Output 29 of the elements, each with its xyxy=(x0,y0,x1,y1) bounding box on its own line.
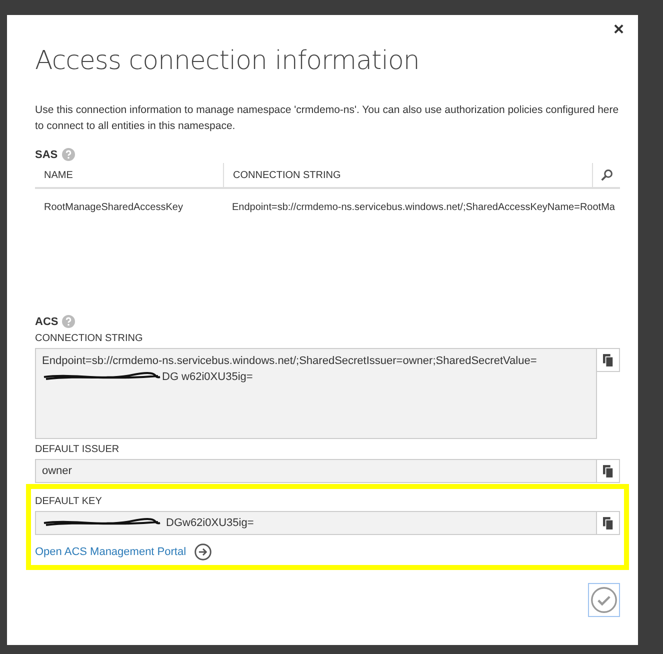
column-header: NAME xyxy=(43,168,74,182)
ok-button[interactable] xyxy=(588,583,620,617)
field-value: DGw62i0XU35ig= xyxy=(166,516,254,531)
field-label: CONNECTION STRING xyxy=(35,333,144,344)
section-label: ACS xyxy=(35,316,58,328)
description: Use this connection information to manage namespace 'crmdemo-ns'. You can also use authorization policies configured here to connect to all entities in this namespace. xyxy=(35,103,620,134)
copy-button[interactable] xyxy=(596,348,620,372)
field-value: DG w62i0XU35ig= xyxy=(162,371,253,383)
copy-button[interactable] xyxy=(596,459,620,483)
copy-button[interactable] xyxy=(596,511,620,535)
copy-icon xyxy=(602,516,614,530)
column-header: CONNECTION STRING xyxy=(223,163,592,187)
field-label: DEFAULT ISSUER xyxy=(35,444,120,455)
field-value: owner xyxy=(42,464,72,479)
field-label: DEFAULT KEY xyxy=(35,496,103,507)
copy-icon xyxy=(602,464,614,478)
section-label: SAS xyxy=(35,148,58,160)
portal-link[interactable]: Open ACS Management Portal xyxy=(35,546,186,558)
text-field[interactable]: DGw62i0XU35ig= xyxy=(35,511,597,535)
search-icon xyxy=(600,169,612,181)
table-cell-text: Endpoint=sb://crmdemo-ns.servicebus.windows.net/;SharedAccessKeyName=RootMa xyxy=(231,202,616,212)
field-value: Endpoint=sb://crmdemo-ns.servicebus.windows.net/;SharedSecretIssuer=owner;SharedSecretValue= xyxy=(42,355,537,367)
text-field[interactable]: owner xyxy=(35,459,597,483)
close-button[interactable]: × xyxy=(609,19,628,40)
dialog-title: Access connection information xyxy=(35,46,420,76)
check-icon xyxy=(590,586,618,614)
text-field[interactable]: Endpoint=sb://crmdemo-ns.servicebus.windows.net/;SharedSecretIssuer=owner;SharedSecretValue= DG w62i0XU35ig= xyxy=(35,348,597,439)
copy-icon xyxy=(602,354,614,366)
table-cell-text: RootManageSharedAccessKey xyxy=(43,202,184,212)
